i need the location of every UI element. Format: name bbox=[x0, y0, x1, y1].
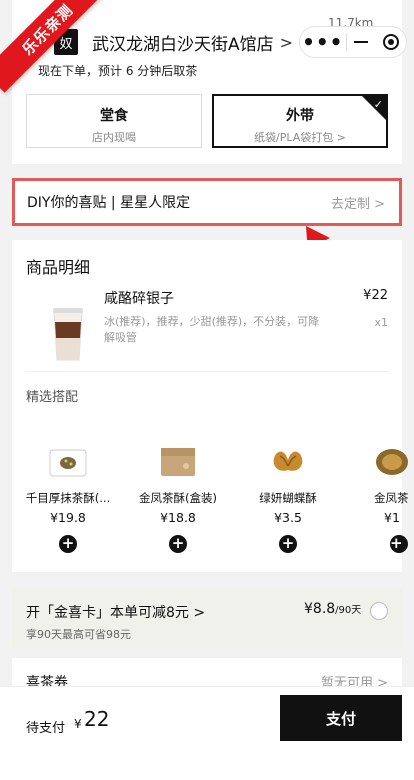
checkout-bar: 待支付 ¥ 22 支付 bbox=[0, 686, 414, 780]
close-target-icon[interactable] bbox=[376, 34, 406, 50]
more-icon[interactable]: ••• bbox=[300, 32, 346, 52]
promo-title[interactable]: 开「金喜卡」本单可减8元 > bbox=[26, 602, 205, 622]
goods-price: ¥22 bbox=[363, 288, 388, 303]
add-icon[interactable]: + bbox=[59, 535, 77, 553]
pastry-box-icon bbox=[161, 448, 195, 476]
butterfly-pastry-icon bbox=[273, 451, 303, 471]
dine-in-title: 堂食 bbox=[100, 108, 128, 124]
add-icon[interactable]: + bbox=[390, 535, 408, 553]
chevron-right-icon: > bbox=[279, 32, 294, 52]
goods-quantity: x1 bbox=[374, 316, 388, 329]
add-icon[interactable]: + bbox=[169, 535, 187, 553]
recommend-title: 精选搭配 bbox=[26, 390, 79, 405]
currency-symbol: ¥ bbox=[74, 717, 82, 731]
minimize-icon[interactable] bbox=[347, 41, 377, 43]
matcha-pastry-box-icon bbox=[49, 449, 87, 477]
recommend-item-name: 绿妍蝴蝶酥 bbox=[259, 491, 317, 505]
recommend-item-name: 千目厚抹茶酥(... bbox=[25, 491, 111, 505]
miniprogram-capsule: ••• bbox=[299, 26, 407, 58]
promo-price-value: ¥8.8 bbox=[304, 601, 336, 617]
membership-promo[interactable]: 开「金喜卡」本单可减8元 > 享90天最高可省98元 ¥8.8/90天 bbox=[12, 588, 402, 648]
pastry-icon bbox=[376, 449, 408, 475]
diy-customize-link[interactable]: 去定制 > bbox=[331, 193, 385, 212]
store-name[interactable]: 武汉龙湖白沙天街A馆店 bbox=[92, 30, 274, 55]
goods-section-title: 商品明细 bbox=[26, 258, 91, 277]
divider bbox=[26, 371, 388, 372]
recommend-item-price: ¥18.8 bbox=[160, 510, 196, 525]
recommend-item[interactable]: 千目厚抹茶酥(... ¥19.8 + bbox=[18, 440, 118, 553]
recommend-item[interactable]: 金凤茶 ¥1 + bbox=[348, 440, 408, 553]
promo-period: /90天 bbox=[335, 605, 362, 616]
promo-price: ¥8.8/90天 bbox=[304, 601, 361, 617]
promo-radio[interactable] bbox=[370, 602, 388, 620]
add-icon[interactable]: + bbox=[279, 535, 297, 553]
diy-title: DIY你的喜贴 | 星星人限定 bbox=[27, 195, 191, 211]
promo-sub: 享90天最高可省98元 bbox=[26, 628, 131, 641]
recommend-item-name: 金凤茶酥(盒装) bbox=[139, 491, 217, 505]
takeaway-sub: 纸袋/PLA袋打包 > bbox=[254, 131, 346, 144]
drink-cup-icon bbox=[53, 308, 83, 361]
check-icon: ✓ bbox=[373, 98, 383, 111]
recommend-item-price: ¥19.8 bbox=[50, 510, 86, 525]
dine-in-sub: 店内现喝 bbox=[92, 131, 136, 144]
recommend-item-name: 金凤茶 bbox=[374, 491, 408, 505]
dine-in-option[interactable]: 堂食 店内现喝 bbox=[26, 94, 202, 148]
goods-name: 咸酪碎银子 bbox=[104, 291, 174, 307]
diy-sticker-row[interactable]: DIY你的喜贴 | 星星人限定 去定制 > bbox=[12, 178, 402, 226]
pay-button[interactable]: 支付 bbox=[280, 695, 402, 741]
recommend-item[interactable]: 绿妍蝴蝶酥 ¥3.5 + bbox=[238, 440, 338, 553]
recommend-item-price: ¥3.5 bbox=[274, 510, 302, 525]
recommend-item-price: ¥1 bbox=[384, 510, 400, 525]
pay-label: 待支付 bbox=[26, 721, 66, 736]
takeaway-option[interactable]: 外带 纸袋/PLA袋打包 > ✓ bbox=[212, 94, 388, 148]
goods-card: 商品明细 咸酪碎银子 ¥22 冰(推荐)，推荐，少甜(推荐)，不分装，可降解吸管… bbox=[12, 240, 408, 572]
recommend-item[interactable]: 金凤茶酥(盒装) ¥18.8 + bbox=[128, 440, 228, 553]
pickup-note: 现在下单，预计 6 分钟后取茶 bbox=[38, 64, 198, 78]
pay-amount: 22 bbox=[84, 707, 110, 731]
goods-spec: 冰(推荐)，推荐，少甜(推荐)，不分装，可降解吸管 bbox=[104, 315, 320, 344]
